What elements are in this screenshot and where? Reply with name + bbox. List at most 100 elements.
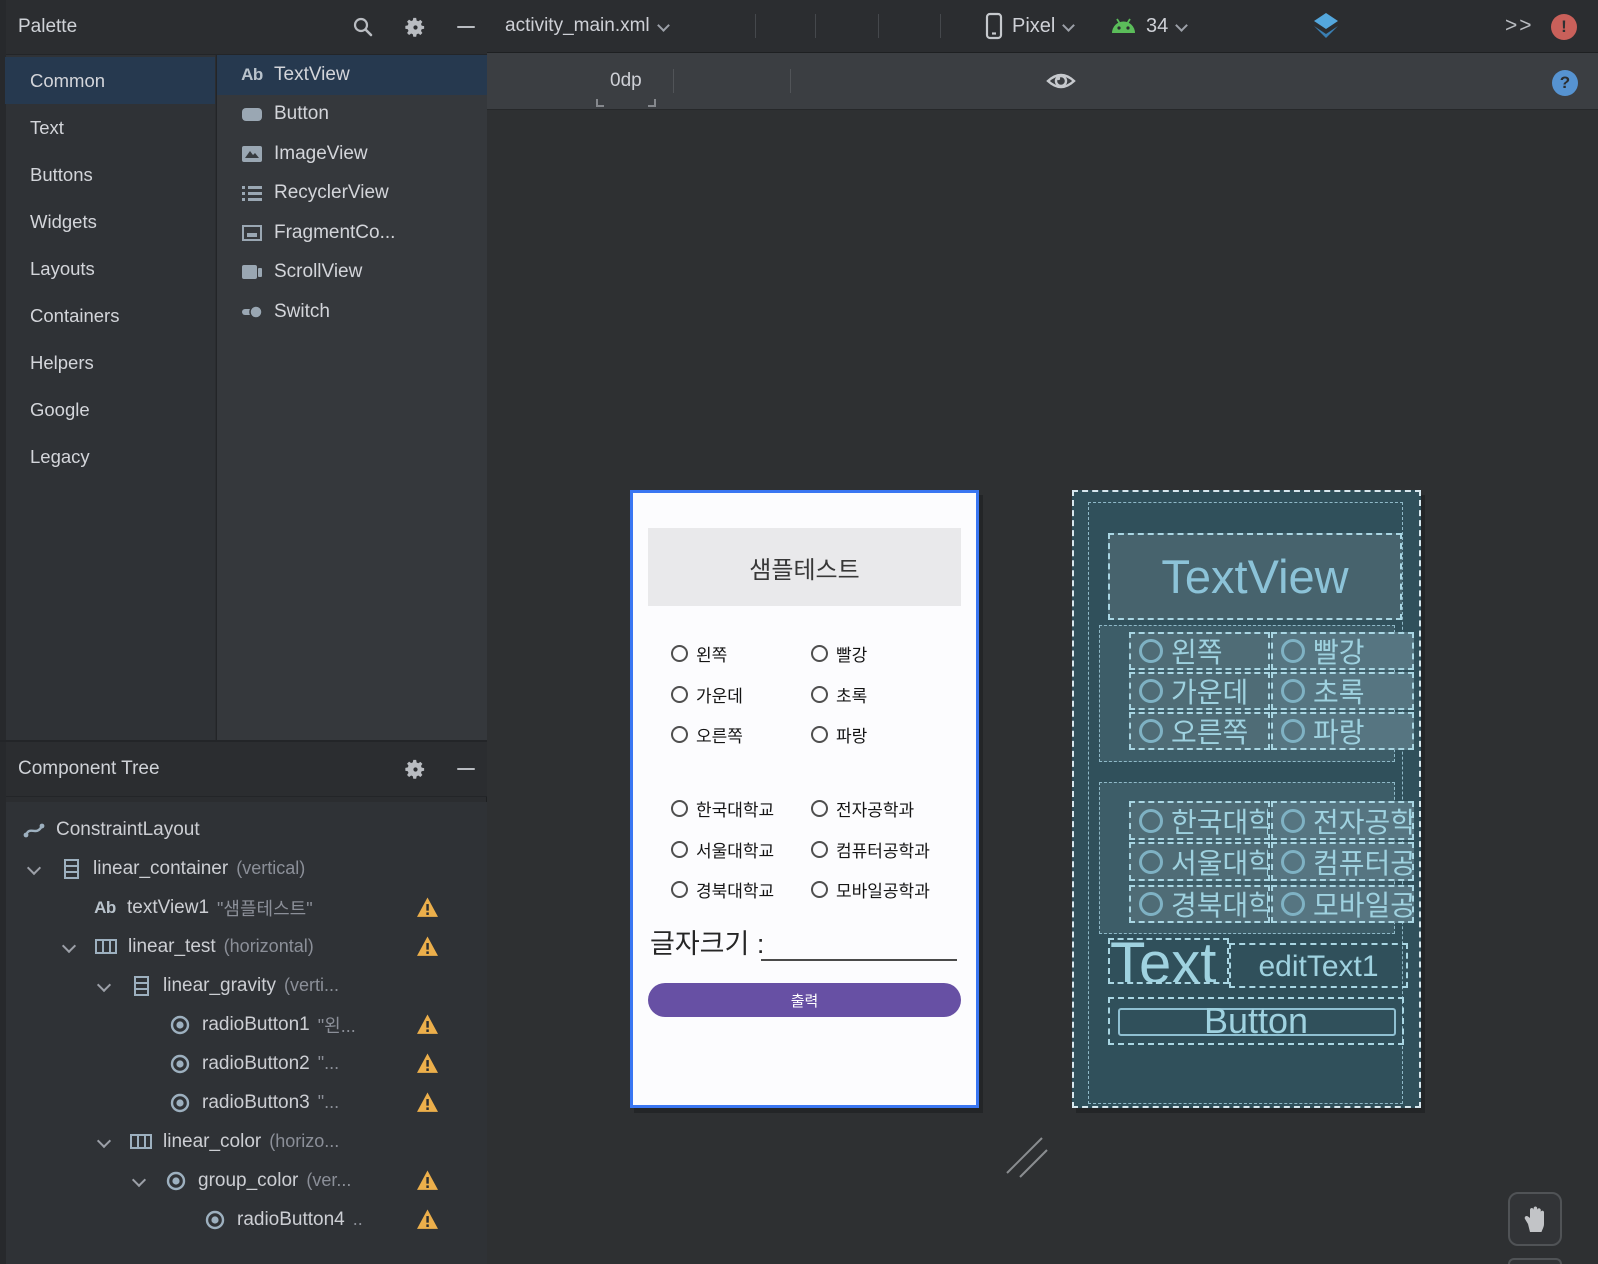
palette-item-recyclerview[interactable]: RecyclerView [217, 174, 488, 214]
blueprint-radio-right[interactable]: 오른쪽 [1129, 712, 1270, 750]
radio-circle-icon [671, 800, 688, 817]
pan-tool-button[interactable] [1508, 1192, 1562, 1246]
radio-univ2[interactable]: 서울대학교 [671, 837, 774, 862]
palette-item-scrollview[interactable]: ScrollView [217, 253, 488, 293]
help-button[interactable]: ? [1552, 55, 1578, 111]
palette-category-layouts[interactable]: Layouts [6, 245, 215, 292]
tree-node-linear-test[interactable]: linear_test (horizontal) [6, 927, 487, 966]
toolbar-overflow-button[interactable]: >> [1505, 0, 1534, 52]
design-surface-toolbar: 0dp ? [487, 53, 1598, 319]
radio-dept3[interactable]: 모바일공학과 [811, 877, 930, 902]
palette-item-textview[interactable]: Ab TextView [217, 55, 488, 95]
palette-category-common[interactable]: Common [5, 57, 215, 104]
palette-item-imageview[interactable]: ImageView [217, 134, 488, 174]
blueprint-radio-dept3[interactable]: 모바일공학과 [1271, 885, 1414, 923]
warning-icon [417, 1209, 438, 1229]
radio-circle-icon [1281, 679, 1305, 703]
chevron-down-icon[interactable] [96, 978, 112, 994]
palette-category-containers[interactable]: Containers [6, 292, 215, 339]
warning-icon [417, 1170, 438, 1190]
radio-right[interactable]: 오른쪽 [671, 722, 743, 747]
default-margin-picker[interactable]: 0dp [596, 53, 656, 109]
chevron-down-icon[interactable] [26, 861, 42, 877]
tree-node-radiobutton1[interactable]: radioButton1 "왼... [6, 1005, 487, 1044]
tree-node-linear-color[interactable]: linear_color (horizo... [6, 1122, 487, 1161]
print-button[interactable]: 출력 [648, 983, 961, 1017]
blueprint-radio-univ2[interactable]: 서울대학교 [1129, 842, 1270, 881]
blueprint-radio-green[interactable]: 초록 [1271, 672, 1414, 710]
blueprint-radio-univ3[interactable]: 경북대학교 [1129, 885, 1270, 923]
blueprint-fontsize-textview[interactable]: Text [1108, 938, 1229, 984]
radio-circle-icon [1281, 808, 1305, 833]
hide-panel-icon[interactable] [457, 26, 475, 28]
palette-header: Palette [6, 0, 487, 55]
palette-category-helpers[interactable]: Helpers [6, 339, 215, 386]
error-badge-icon: ! [1551, 14, 1577, 40]
radio-dept2[interactable]: 컴퓨터공학과 [811, 837, 930, 862]
design-title-textview[interactable]: 샘플테스트 [648, 528, 961, 606]
blueprint-button[interactable]: Button [1108, 997, 1404, 1045]
tree-node-radiobutton2[interactable]: radioButton2 "... [6, 1044, 487, 1083]
canvas-resize-handle-icon[interactable] [995, 1125, 1055, 1185]
blueprint-radio-dept1[interactable]: 전자공학과 [1271, 801, 1414, 840]
blueprint-textview[interactable]: TextView [1108, 533, 1402, 620]
radio-circle-icon [671, 881, 688, 898]
radio-blue[interactable]: 파랑 [811, 722, 867, 747]
hide-panel-icon[interactable] [457, 768, 475, 770]
chevron-down-icon[interactable] [131, 1173, 147, 1189]
component-tree-body: ConstraintLayout linear_container (verti… [6, 802, 487, 1264]
chevron-down-icon[interactable] [61, 939, 77, 955]
api-level-selector[interactable]: 34 [1110, 0, 1187, 52]
tree-node-linear-gravity[interactable]: linear_gravity (verti... [6, 966, 487, 1005]
radio-green[interactable]: 초록 [811, 682, 867, 707]
tree-node-radiobutton4[interactable]: radioButton4 .. [6, 1200, 487, 1239]
blueprint-radio-center[interactable]: 가운데 [1129, 672, 1270, 710]
android-studio-layout-editor: Palette Common Text Buttons Widgets Layo… [0, 0, 1598, 1264]
issues-panel-button[interactable]: ! [1551, 1, 1577, 53]
tree-node-radiobutton3[interactable]: radioButton3 "... [6, 1083, 487, 1122]
blueprint-radio-univ1[interactable]: 한국대학교 [1129, 801, 1270, 840]
palette-category-widgets[interactable]: Widgets [6, 198, 215, 245]
palette-category-buttons[interactable]: Buttons [6, 151, 215, 198]
phone-icon [985, 12, 1003, 40]
design-view[interactable]: 샘플테스트 왼쪽 빨강 가운데 초록 오른쪽 파랑 한국대학교 전자공학과 서울… [630, 490, 979, 1108]
radio-red[interactable]: 빨강 [811, 641, 867, 666]
tree-node-constraintlayout[interactable]: ConstraintLayout [6, 810, 487, 849]
blueprint-radio-dept2[interactable]: 컴퓨터공학과 [1271, 842, 1414, 881]
palette-item-fragmentcontainer[interactable]: FragmentCo... [217, 213, 488, 253]
chevron-down-icon [659, 21, 669, 31]
blueprint-view[interactable]: TextView 왼쪽 빨강 가운데 초록 오른쪽 파랑 한국대 전자공학 서울… [1072, 490, 1421, 1108]
view-options-button[interactable] [507, 53, 1598, 109]
palette-category-google[interactable]: Google [6, 386, 215, 433]
palette-item-button[interactable]: Button [217, 95, 488, 135]
blueprint-radio-red[interactable]: 빨강 [1271, 632, 1414, 670]
radiobutton-icon [169, 1093, 191, 1113]
palette-category-legacy[interactable]: Legacy [6, 433, 215, 480]
design-surface[interactable]: 샘플테스트 왼쪽 빨강 가운데 초록 오른쪽 파랑 한국대학교 전자공학과 서울… [487, 110, 1598, 1264]
chevron-down-icon[interactable] [96, 1134, 112, 1150]
linearlayout-vertical-icon [130, 975, 152, 996]
radio-univ1[interactable]: 한국대학교 [671, 796, 774, 821]
radio-left[interactable]: 왼쪽 [671, 641, 727, 666]
palette-category-text[interactable]: Text [6, 104, 215, 151]
tree-node-textview1[interactable]: Ab textView1 "샘플테스트" [6, 888, 487, 927]
zoom-button-partial[interactable] [1508, 1258, 1562, 1264]
search-icon[interactable] [352, 16, 374, 38]
blueprint-radio-blue[interactable]: 파랑 [1271, 712, 1414, 750]
blueprint-edittext[interactable]: editText1 [1229, 943, 1408, 988]
blueprint-radio-left[interactable]: 왼쪽 [1129, 632, 1270, 670]
file-tab[interactable]: activity_main.xml [505, 0, 669, 52]
device-selector[interactable]: Pixel [985, 0, 1074, 52]
fontsize-edittext[interactable] [761, 927, 957, 961]
radio-dept1[interactable]: 전자공학과 [811, 796, 914, 821]
linearlayout-vertical-icon [60, 858, 82, 879]
gear-icon[interactable] [404, 16, 427, 39]
textview-ab-icon: Ab [94, 897, 116, 917]
gear-icon[interactable] [404, 758, 427, 781]
radiobutton-icon [204, 1210, 226, 1230]
tree-node-group-color[interactable]: group_color (ver... [6, 1161, 487, 1200]
radio-center[interactable]: 가운데 [671, 682, 743, 707]
palette-item-switch[interactable]: Switch [217, 292, 488, 332]
tree-node-linear-container[interactable]: linear_container (vertical) [6, 849, 487, 888]
radio-univ3[interactable]: 경북대학교 [671, 877, 774, 902]
